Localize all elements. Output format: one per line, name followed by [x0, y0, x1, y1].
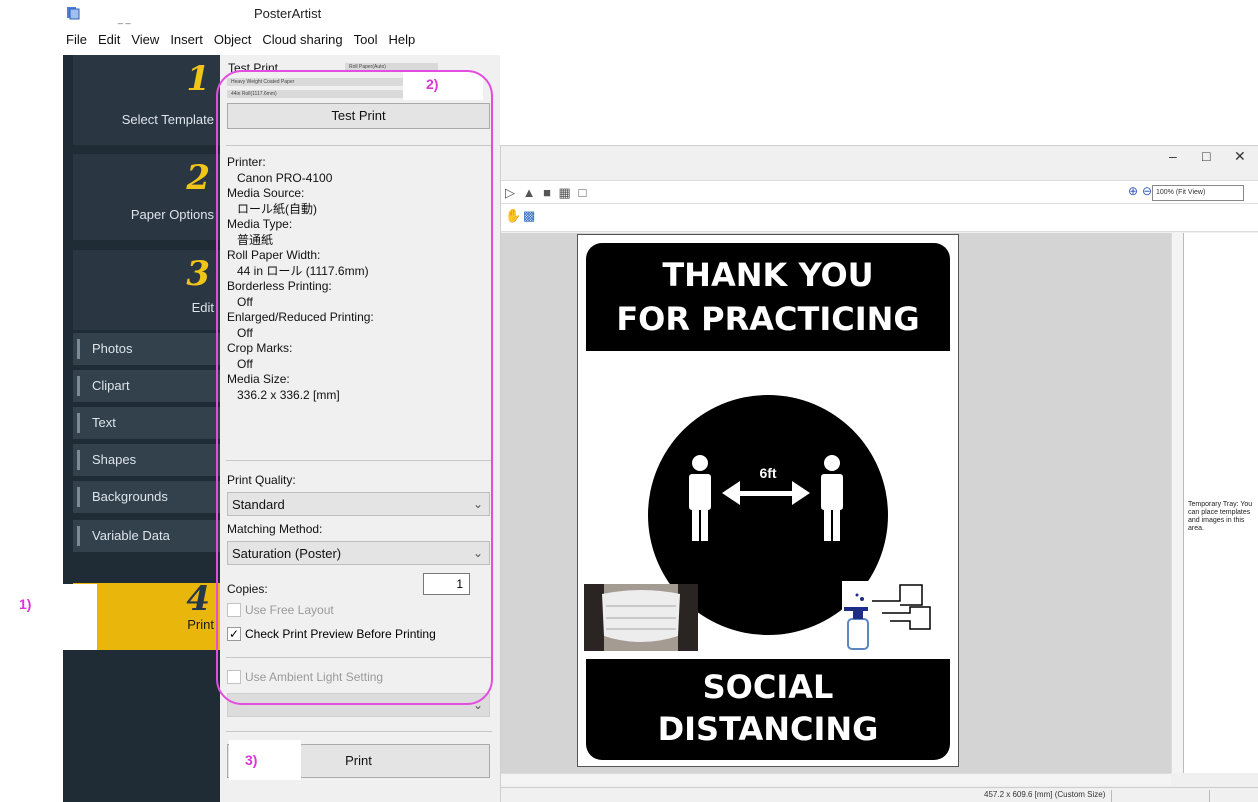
- zoom-select[interactable]: 100% (Fit View): [1152, 185, 1244, 201]
- menu-cloud-sharing[interactable]: Cloud sharing: [262, 32, 342, 52]
- horizontal-scrollbar[interactable]: [501, 773, 1171, 785]
- poster-footer-2: DISTANCING: [657, 710, 879, 748]
- preview-toolbar-2: ✋ ▩: [501, 204, 1258, 232]
- annotation-label-1: 1): [19, 596, 32, 612]
- face-mask-image: [584, 584, 698, 651]
- vertical-scrollbar[interactable]: [1171, 233, 1183, 773]
- edit-item-text[interactable]: Text: [73, 407, 220, 439]
- item-marker: [77, 413, 80, 433]
- posterartist-app-icon: [67, 7, 80, 20]
- poster-headline-1: THANK YOU: [662, 256, 874, 294]
- distance-label: 6ft: [759, 465, 777, 481]
- zoom-in-icon[interactable]: ⊕: [1128, 184, 1138, 198]
- item-marker: [77, 526, 80, 546]
- edit-item-shapes[interactable]: Shapes: [73, 444, 220, 476]
- step-label: Edit: [191, 300, 214, 315]
- edit-item-photos[interactable]: Photos: [73, 333, 220, 365]
- item-marker: [77, 339, 80, 359]
- item-label: Clipart: [92, 378, 130, 393]
- zoom-out-icon[interactable]: ⊖: [1142, 184, 1152, 198]
- step-number: 2: [186, 158, 210, 198]
- select-tool-icon[interactable]: ▩: [523, 208, 537, 224]
- menu-tool[interactable]: Tool: [354, 32, 378, 52]
- temporary-tray[interactable]: Temporary Tray: You can place templates …: [1183, 233, 1258, 773]
- menu-insert[interactable]: Insert: [170, 32, 203, 52]
- poster-top-banner: THANK YOU FOR PRACTICING: [586, 243, 950, 351]
- menu-help[interactable]: Help: [388, 32, 415, 52]
- minimize-icon[interactable]: –: [1169, 148, 1177, 164]
- annotation-label-2: 2): [426, 76, 439, 92]
- steps-sidebar: 1 Select Template 2 Paper Options 3 Edit…: [63, 55, 220, 802]
- window-title: PosterArtist: [254, 6, 322, 21]
- status-separator: [1209, 790, 1210, 802]
- hand-sanitizer-clipart: [842, 581, 934, 653]
- status-separator: [1111, 790, 1112, 802]
- menu-bar: File Edit View Insert Object Cloud shari…: [66, 32, 500, 52]
- menu-edit[interactable]: Edit: [98, 32, 120, 52]
- highlight-outline: [216, 70, 493, 705]
- step-select-template[interactable]: 1 Select Template: [73, 55, 220, 145]
- poster-page[interactable]: THANK YOU FOR PRACTICING 6ft SOCIAL DIST…: [577, 234, 959, 767]
- item-label: Shapes: [92, 452, 137, 467]
- item-label: Variable Data: [92, 528, 170, 543]
- step-label: Select Template: [121, 112, 214, 127]
- item-marker: [77, 487, 80, 507]
- step-paper-options[interactable]: 2 Paper Options: [73, 154, 220, 240]
- preview-toolbar: ▷ ▲ ■ ▦ □ ⊕ ⊖ 100% (Fit View): [501, 180, 1258, 204]
- hand-tool-icon[interactable]: ✋: [505, 208, 523, 224]
- step-number: 4: [186, 579, 210, 619]
- annotation-mask: [229, 740, 301, 780]
- status-bar: 457.2 x 609.6 [mm] (Custom Size): [501, 787, 1258, 802]
- item-label: Text: [92, 415, 116, 430]
- edit-item-clipart[interactable]: Clipart: [73, 370, 220, 402]
- hand-sanitizer-icon: [844, 584, 931, 650]
- face-mask-photo: [584, 584, 698, 651]
- item-marker: [77, 376, 80, 396]
- step-label: Print: [187, 617, 214, 632]
- annotation-mask: [63, 584, 97, 650]
- annotation-label-3: 3): [245, 752, 258, 768]
- item-label: Backgrounds: [92, 489, 168, 504]
- close-icon[interactable]: ✕: [1234, 148, 1246, 165]
- item-marker: [77, 450, 80, 470]
- step-edit[interactable]: 3 Edit: [73, 250, 220, 330]
- paper-size-status: 457.2 x 609.6 [mm] (Custom Size): [984, 790, 1106, 799]
- step-number: 3: [186, 254, 210, 294]
- step-label: Paper Options: [130, 207, 214, 222]
- zoom-value: 100% (Fit View): [1156, 189, 1206, 196]
- poster-footer-1: SOCIAL: [702, 668, 834, 706]
- edit-item-backgrounds[interactable]: Backgrounds: [73, 481, 220, 513]
- title-bar-extra: _ _: [118, 14, 131, 24]
- maximize-icon[interactable]: □: [1202, 148, 1210, 164]
- poster-headline-2: FOR PRACTICING: [616, 300, 920, 338]
- menu-file[interactable]: File: [66, 32, 87, 52]
- divider: [226, 731, 492, 732]
- poster-bottom-banner: SOCIAL DISTANCING: [586, 659, 950, 760]
- edit-item-variable-data[interactable]: Variable Data: [73, 520, 220, 552]
- toolbar-icons[interactable]: ▷ ▲ ■ ▦ □: [505, 185, 588, 201]
- step-number: 1: [186, 59, 210, 99]
- tray-text: Temporary Tray: You can place templates …: [1188, 501, 1253, 532]
- item-label: Photos: [92, 341, 133, 356]
- menu-view[interactable]: View: [131, 32, 159, 52]
- menu-object[interactable]: Object: [214, 32, 252, 52]
